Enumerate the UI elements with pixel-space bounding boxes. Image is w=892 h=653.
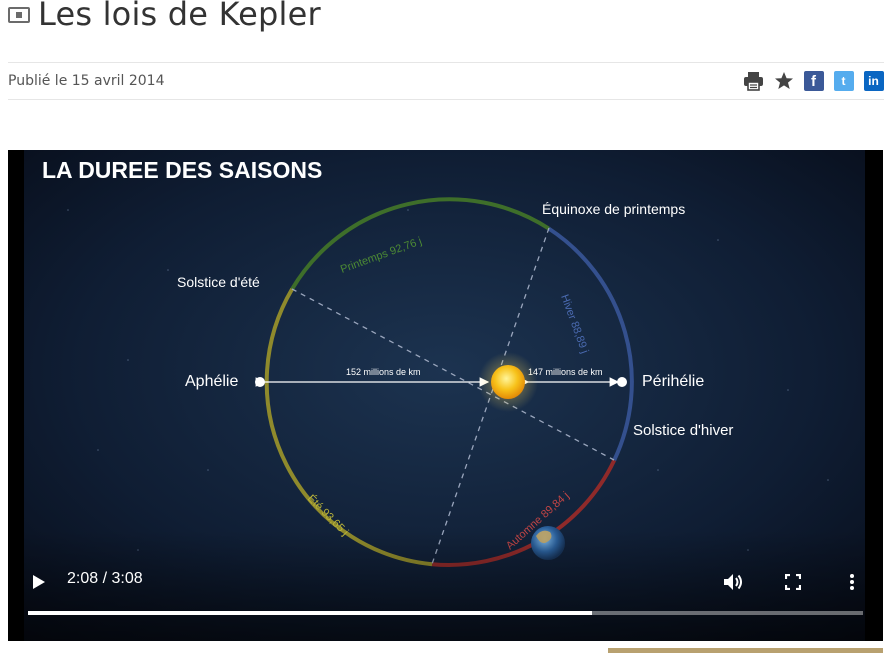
print-icon[interactable] xyxy=(743,71,764,92)
label-solstice-ete: Solstice d'été xyxy=(177,274,260,290)
fullscreen-icon[interactable] xyxy=(785,574,801,590)
volume-icon[interactable] xyxy=(722,571,744,593)
video-type-icon xyxy=(8,7,30,23)
aphelie-point xyxy=(255,377,265,387)
play-icon[interactable] xyxy=(32,574,46,590)
twitter-label: t xyxy=(833,71,854,91)
sidebar-accent-bar xyxy=(608,648,883,653)
perihelie-point xyxy=(617,377,627,387)
time-display: 2:08 / 3:08 xyxy=(67,570,143,587)
published-date: Publié le 15 avril 2014 xyxy=(8,73,165,89)
meta-bar: Publié le 15 avril 2014 f t in xyxy=(8,62,884,100)
share-actions: f t in xyxy=(743,71,884,92)
label-perihelie: Périhélie xyxy=(642,373,704,390)
sun-icon xyxy=(491,365,525,399)
facebook-label: f xyxy=(803,71,824,91)
twitter-icon[interactable]: t xyxy=(833,71,854,92)
video-player[interactable]: LA DUREE DES SAISONS 152 millions de km … xyxy=(8,150,883,641)
label-equinoxe: Équinoxe de printemps xyxy=(542,201,685,217)
linkedin-label: in xyxy=(863,71,884,91)
title-row: Les lois de Kepler xyxy=(8,0,321,38)
linkedin-icon[interactable]: in xyxy=(863,71,884,92)
facebook-icon[interactable]: f xyxy=(803,71,824,92)
distance-label-aphelie: 152 millions de km xyxy=(346,367,421,377)
video-frame: LA DUREE DES SAISONS 152 millions de km … xyxy=(24,150,865,641)
label-aphelie: Aphélie xyxy=(185,373,238,390)
progress-fill xyxy=(28,611,593,615)
page-title: Les lois de Kepler xyxy=(38,0,321,33)
star-icon[interactable] xyxy=(773,71,794,92)
progress-bar[interactable] xyxy=(28,611,863,615)
distance-label-perihelie: 147 millions de km xyxy=(528,367,603,377)
video-heading: LA DUREE DES SAISONS xyxy=(42,157,322,183)
more-options-icon[interactable] xyxy=(848,573,856,591)
label-solstice-hiver: Solstice d'hiver xyxy=(633,422,733,439)
